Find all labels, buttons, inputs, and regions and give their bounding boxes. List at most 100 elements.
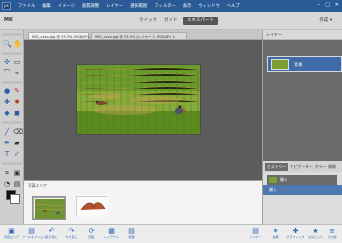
tab-color[interactable]: カラー xyxy=(315,164,326,170)
menu-item-window[interactable]: ウィンドウ xyxy=(198,3,219,9)
eraser-tool-icon[interactable]: ⌫ xyxy=(13,128,23,136)
quick-select-icon[interactable]: ⌁ xyxy=(13,69,21,77)
undo-label: 取り消し xyxy=(45,235,58,239)
more-button[interactable]: ≡ その他 xyxy=(324,227,340,242)
toolbox: 🔍 ✋ ✣ ▭ ⌒ ⌁ ● ✎ ✚ ✸ ◆ ◼ ╱ ⌫ ✒ ▰ T ✓ ⌗ ▣ … xyxy=(0,30,24,241)
rice-field-photo xyxy=(77,65,200,134)
organize-label: 整理 xyxy=(128,235,135,239)
history-item-label: 開く xyxy=(280,177,288,182)
rotate-icon: ⟳ xyxy=(88,227,95,235)
undo-icon: ↶ xyxy=(48,227,55,235)
tab-info[interactable]: 情報 xyxy=(328,164,336,170)
organize-icon: ▤ xyxy=(128,227,135,235)
layer-thumbnail xyxy=(271,59,289,70)
photo-bin: 写真エリア xyxy=(24,180,262,224)
menu-item-image[interactable]: イメージ xyxy=(58,3,75,9)
move-tool-icon[interactable]: ✣ xyxy=(3,58,11,66)
bottom-toolbar: ▣ 写真エリア ▤ ツールオプション ↶ 取り消し ↷ やり直し ⟳ 回転 ▦ … xyxy=(0,224,342,243)
layers-header: レイヤー xyxy=(263,30,342,40)
tool-section-header xyxy=(2,33,22,36)
workspace-label: MK xyxy=(4,17,13,23)
document-tab-1[interactable]: IMG_xxxx.jpg @ 33.3% (RGB/8*) ✕ xyxy=(28,32,93,40)
marquee-tool-icon[interactable]: ▭ xyxy=(13,58,21,66)
menu-item-edit[interactable]: 編集 xyxy=(42,3,51,9)
gradient-tool-icon[interactable]: ▰ xyxy=(13,139,21,147)
thumbnail-field-image xyxy=(34,199,66,219)
crop-tool-icon[interactable]: ⌗ xyxy=(3,169,11,177)
rotate-button[interactable]: ⟳ 回転 xyxy=(82,227,101,242)
thumbnail-bird[interactable] xyxy=(76,196,108,217)
paint-bucket-icon[interactable]: ✒ xyxy=(3,139,11,147)
photo-bin-icon: ▣ xyxy=(8,227,15,235)
tool-section-header xyxy=(2,52,22,55)
photo-bin-button[interactable]: ▣ 写真エリア xyxy=(2,227,21,242)
minimize-button[interactable]: – xyxy=(318,2,321,8)
eye-tool-icon[interactable]: ● xyxy=(3,87,11,95)
menu-item-view[interactable]: 表示 xyxy=(183,3,192,9)
close-button[interactable]: ✕ xyxy=(335,2,339,8)
layers-label: レイヤー xyxy=(249,235,262,239)
thumbnail-field[interactable] xyxy=(34,198,66,219)
text-tool-icon[interactable]: T xyxy=(3,150,11,158)
app-logo: ps xyxy=(2,2,11,10)
lasso-tool-icon[interactable]: ⌒ xyxy=(3,69,11,77)
shape-tool-icon[interactable]: ✓ xyxy=(13,150,21,158)
menu-item-select[interactable]: 選択範囲 xyxy=(130,3,147,9)
app-window: ps ファイル 編集 イメージ 画質調整 レイヤー 選択範囲 フィルター 表示 … xyxy=(0,0,342,243)
mode-tab-expert[interactable]: エキスパート xyxy=(183,17,218,25)
graphics-button[interactable]: ✚ グラフィック xyxy=(286,227,305,242)
layers-button[interactable]: ▤ レイヤー xyxy=(246,227,265,242)
layers-icon: ▤ xyxy=(252,227,259,235)
create-menu[interactable]: 作成 ▾ xyxy=(319,17,332,23)
zoom-tool-icon[interactable]: 🔍 xyxy=(3,40,12,48)
recompose-tool-icon[interactable]: ▣ xyxy=(13,169,21,177)
tool-section-header xyxy=(2,162,22,165)
menu-item-adjust[interactable]: 画質調整 xyxy=(82,3,99,9)
layer-row-background[interactable]: 背景 xyxy=(267,56,342,72)
tab-history[interactable]: ヒストリー xyxy=(265,162,288,171)
menu-item-layer[interactable]: レイヤー xyxy=(106,3,123,9)
favorites-label: お気に入り xyxy=(307,235,323,239)
graphics-icon: ✚ xyxy=(292,227,299,235)
rotate-label: 回転 xyxy=(88,235,95,239)
history-panel: ヒストリー ナビゲーター カラー 情報 開く 開く xyxy=(263,161,342,232)
redo-button[interactable]: ↷ やり直し xyxy=(62,227,81,242)
stamp-tool-icon[interactable]: ✚ xyxy=(3,98,11,106)
menu-item-file[interactable]: ファイル xyxy=(18,3,35,9)
menu-bar: ps ファイル 編集 イメージ 画質調整 レイヤー 選択範囲 フィルター 表示 … xyxy=(0,0,342,12)
photo-bin-label: 写真エリア xyxy=(28,183,47,188)
smudge-tool-icon[interactable]: ✸ xyxy=(13,98,21,106)
history-thumb-row[interactable]: 開く xyxy=(267,175,337,185)
spot-heal-icon[interactable]: ✎ xyxy=(13,87,21,95)
menu-item-filter[interactable]: フィルター xyxy=(154,3,175,9)
hand-tool-icon[interactable]: ✋ xyxy=(13,40,22,48)
mode-tab-guided[interactable]: ガイド xyxy=(160,17,182,25)
organize-button[interactable]: ▤ 整理 xyxy=(122,227,141,242)
mode-tab-quick[interactable]: クイック xyxy=(135,17,161,25)
photo-canvas[interactable] xyxy=(76,64,201,135)
document-tab-2[interactable]: IMG_xxxx.jpg @ 33.3% (レイヤー 1, RGB/8*) ✕ xyxy=(91,32,187,40)
history-thumbnail xyxy=(269,177,277,183)
history-selected-row[interactable]: 開く xyxy=(263,185,342,195)
maximize-button[interactable]: □ xyxy=(325,2,330,8)
layout-button[interactable]: ▦ レイアウト xyxy=(102,227,121,242)
tab-navigator[interactable]: ナビゲーター xyxy=(290,164,313,170)
window-controls: – □ ✕ xyxy=(318,2,339,8)
tool-options-label: ツールオプション xyxy=(22,235,47,239)
straighten-tool-icon[interactable]: ▤ xyxy=(13,180,21,188)
favorites-icon: ★ xyxy=(312,227,319,235)
brush-tool-icon[interactable]: ╱ xyxy=(3,128,11,136)
sponge-tool-icon[interactable]: ◼ xyxy=(13,109,21,117)
redo-icon: ↷ xyxy=(68,227,75,235)
menu-list: ファイル 編集 イメージ 画質調整 レイヤー 選択範囲 フィルター 表示 ウィン… xyxy=(18,3,240,9)
blur-tool-icon[interactable]: ◆ xyxy=(3,109,11,117)
menu-item-help[interactable]: ヘルプ xyxy=(227,3,240,9)
content-move-icon[interactable]: ◔ xyxy=(3,180,11,188)
effects-button[interactable]: ✶ 効果 xyxy=(266,227,285,242)
undo-button[interactable]: ↶ 取り消し xyxy=(42,227,61,242)
tool-options-button[interactable]: ▤ ツールオプション xyxy=(22,227,47,242)
favorites-button[interactable]: ★ お気に入り xyxy=(306,227,325,242)
layer-name: 背景 xyxy=(294,62,303,67)
background-color-swatch[interactable] xyxy=(10,194,20,204)
thumbnail-bird-image xyxy=(77,197,108,217)
